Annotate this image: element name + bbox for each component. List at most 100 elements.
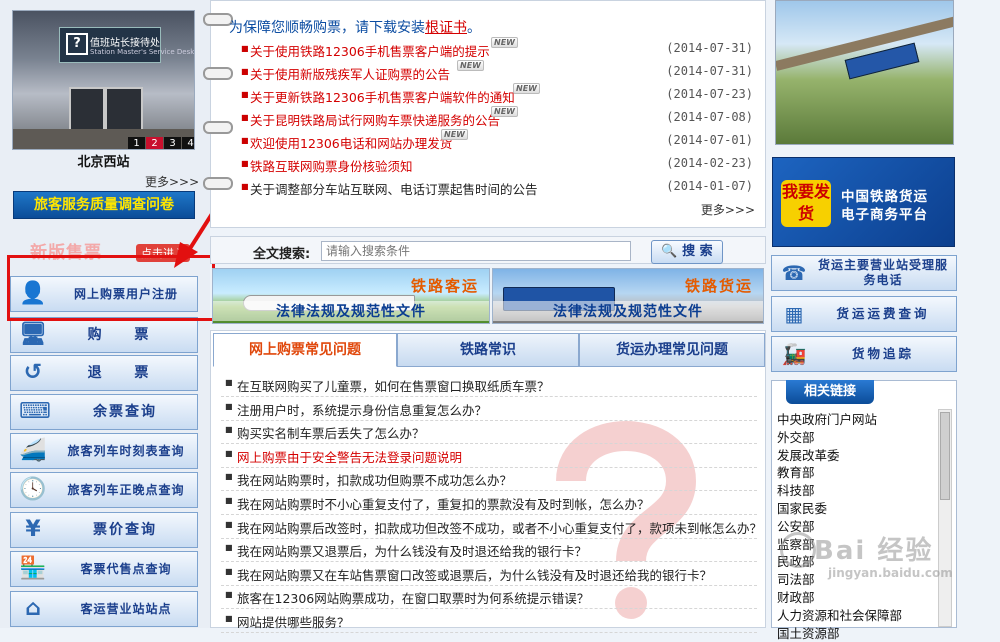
notice-intro-text: 为保障您顺畅购票，请下载安装 <box>229 20 425 36</box>
station-sign-subtext: Station Master's Service Desk <box>90 48 195 56</box>
faq-question[interactable]: 我在网站购票又退票后，为什么钱没有及时退还给我的银行卡？ <box>237 541 587 560</box>
carousel-page-4[interactable]: 4 <box>182 137 194 149</box>
freight-law-banner[interactable]: 铁路货运 法律法规及规范性文件 <box>492 268 764 324</box>
search-button[interactable]: 🔍 搜 索 <box>651 240 723 264</box>
survey-button[interactable]: 旅客服务质量调查问卷 <box>13 191 195 219</box>
news-item[interactable]: ■ 关于昆明铁路局试行网购车票快递服务的公告 NEW (2014-07-08) <box>241 106 761 130</box>
news-item[interactable]: ■ 关于使用铁路12306手机售票客户端的提示 NEW (2014-07-31) <box>241 37 761 61</box>
news-item[interactable]: ■ 关于使用新版残疾军人证购票的公告 NEW (2014-07-31) <box>241 60 761 84</box>
news-title[interactable]: 关于更新铁路12306手机售票客户端软件的通知 <box>250 87 515 106</box>
related-link[interactable]: 财政部 <box>777 587 815 606</box>
search-input[interactable] <box>321 241 631 261</box>
faq-item[interactable]: ■ 我在网站购票又退票后，为什么钱没有及时退还给我的银行卡？ <box>221 538 757 563</box>
faq-item[interactable]: ■ 网上购票由于安全警告无法登录问题说明 <box>221 444 757 468</box>
news-title[interactable]: 关于使用铁路12306手机售票客户端的提示 <box>250 41 490 60</box>
links-scroll-thumb[interactable] <box>940 412 950 500</box>
more-link-left[interactable]: 更多>>> <box>145 173 199 190</box>
tab-freight-faq[interactable]: 货运办理常见问题 <box>579 333 765 367</box>
related-link[interactable]: 国土资源部 <box>777 623 840 642</box>
notice-panel: 为保障您顺畅购票，请下载安装根证书。 ■ 关于使用铁路12306手机售票客户端的提… <box>203 0 766 228</box>
faq-question[interactable]: 我在网站购票时不小心重复支付了，重复扣的票款没有及时到帐，怎么办？ <box>237 494 650 513</box>
refund-ticket-label: 退 票 <box>87 365 163 381</box>
faq-question[interactable]: 我在网站购票又在车站售票窗口改签或退票后，为什么钱没有及时退还给我的银行卡？ <box>237 565 712 584</box>
bullet-icon: ■ <box>241 113 249 122</box>
faq-question[interactable]: 网上购票由于安全警告无法登录问题说明 <box>237 447 462 466</box>
faq-question[interactable]: 在互联网购买了儿童票，如何在售票窗口换取纸质车票？ <box>237 376 550 395</box>
freight-phone-label: 货运主要营业站受理服务电话 <box>817 258 948 287</box>
tab-railway-knowledge[interactable]: 铁路常识 <box>397 333 579 367</box>
agency-query-label: 客票代售点查询 <box>80 562 172 576</box>
related-link[interactable]: 国家民委 <box>777 498 827 517</box>
remaining-tickets-button[interactable]: ⌨ 余票查询 <box>10 394 198 430</box>
money-icon: ¥ <box>25 517 43 542</box>
faq-question[interactable]: 购买实名制车票后丢失了怎么办？ <box>237 423 425 442</box>
freight-fee-button[interactable]: ▦ 货运运费查询 <box>771 296 957 332</box>
faq-item[interactable]: ■ 我在网站购票时，扣款成功但购票不成功怎么办？ <box>221 467 757 492</box>
faq-item[interactable]: ■ 网站提供哪些服务？ <box>221 609 757 633</box>
cargo-tracking-button[interactable]: 🚂 货物追踪 <box>771 336 957 372</box>
faq-question[interactable]: 我在网站购票时，扣款成功但购票不成功怎么办？ <box>237 470 512 489</box>
bullet-icon: ■ <box>225 590 233 600</box>
news-item[interactable]: ■ 铁路互联网购票身份核验须知 (2014-02-23) <box>241 154 761 176</box>
faq-question[interactable]: 旅客在12306网站购票成功，在窗口取票时为何系统提示错误？ <box>237 588 589 607</box>
faq-item[interactable]: ■ 我在网站购票又在车站售票窗口改签或退票后，为什么钱没有及时退还给我的银行卡？ <box>221 562 757 586</box>
faq-item[interactable]: ■ 我在网站购票时不小心重复支付了，重复扣的票款没有及时到帐，怎么办？ <box>221 491 757 515</box>
bullet-icon: ■ <box>241 159 249 168</box>
related-link[interactable]: 发展改革委 <box>777 445 840 464</box>
train-status-button[interactable]: 🕓 旅客列车正晚点查询 <box>10 472 198 508</box>
agency-query-button[interactable]: 🏪 客票代售点查询 <box>10 551 198 587</box>
freight-ecommerce-banner[interactable]: 我要发货 中国铁路货运 电子商务平台 <box>772 157 955 247</box>
related-link[interactable]: 外交部 <box>777 427 815 446</box>
tab-online-ticket-faq[interactable]: 网上购票常见问题 <box>213 333 397 367</box>
calculator-icon: ▦ <box>784 302 804 326</box>
faq-item[interactable]: ■ 在互联网购买了儿童票，如何在售票窗口换取纸质车票？ <box>221 373 757 397</box>
news-item[interactable]: ■ 关于调整部分车站互联网、电话订票起售时间的公告 (2014-01-07) <box>241 177 761 199</box>
bullet-icon: ■ <box>225 543 233 553</box>
more-news-link[interactable]: 更多>>> <box>701 201 755 218</box>
news-title[interactable]: 欢迎使用12306电话和网站办理发货 <box>250 133 452 152</box>
carousel-page-3[interactable]: 3 <box>164 137 181 149</box>
faq-question[interactable]: 网站提供哪些服务？ <box>237 612 350 631</box>
watermark-url: jingyan.baidu.com <box>828 566 953 580</box>
faq-item[interactable]: ■ 我在网站购票后改签时，扣款成功但改签不成功，或者不小心重复支付了，款项未到帐怎… <box>221 515 762 539</box>
related-link[interactable]: 中央政府门户网站 <box>777 409 877 428</box>
freight-phone-button[interactable]: ☎ 货运主要营业站受理服务电话 <box>771 255 957 291</box>
carousel-page-2[interactable]: 2 <box>146 137 163 149</box>
carousel-page-1[interactable]: 1 <box>128 137 145 149</box>
news-title[interactable]: 铁路互联网购票身份核验须知 <box>250 156 413 175</box>
computer-icon: 🖥 <box>19 322 49 347</box>
binder-ring-icon <box>203 67 233 80</box>
news-title[interactable]: 关于调整部分车站互联网、电话订票起售时间的公告 <box>250 179 538 198</box>
station-name: 北京西站 <box>77 155 130 170</box>
bullet-icon: ■ <box>241 67 249 76</box>
freight-platform-title: 中国铁路货运 电子商务平台 <box>841 188 928 224</box>
related-link[interactable]: 人力资源和社会保障部 <box>777 605 902 624</box>
refund-ticket-button[interactable]: ↺ 退 票 <box>10 355 198 391</box>
bullet-icon: ■ <box>225 519 233 529</box>
timetable-button[interactable]: 🚄 旅客列车时刻表查询 <box>10 433 198 469</box>
passenger-law-banner[interactable]: 铁路客运 法律法规及规范性文件 <box>212 268 490 324</box>
register-highlight-box <box>7 255 215 321</box>
related-link[interactable]: 科技部 <box>777 480 815 499</box>
links-scrollbar[interactable] <box>938 409 952 627</box>
station-photo-carousel[interactable]: ? 值班站长接待处 Station Master's Service Desk … <box>12 10 195 150</box>
faq-item[interactable]: ■ 旅客在12306网站购票成功，在窗口取票时为何系统提示错误？ <box>221 585 757 610</box>
news-item[interactable]: ■ 欢迎使用12306电话和网站办理发货 NEW (2014-07-01) <box>241 129 761 153</box>
buy-ticket-button[interactable]: 🖥 购 票 <box>10 317 198 353</box>
faq-item[interactable]: ■ 注册用户时，系统提示身份信息重复怎么办？ <box>221 397 757 421</box>
passenger-stations-label: 客运营业站站点 <box>80 602 172 616</box>
faq-item[interactable]: ■ 购买实名制车票后丢失了怎么办？ <box>221 420 757 445</box>
news-title[interactable]: 关于昆明铁路局试行网购车票快递服务的公告 <box>250 110 500 129</box>
new-badge-icon: NEW <box>457 60 484 71</box>
bullet-icon: ■ <box>241 136 249 145</box>
news-item[interactable]: ■ 关于更新铁路12306手机售票客户端软件的通知 NEW (2014-07-23) <box>241 83 761 107</box>
news-date: (2014-07-08) <box>666 110 753 124</box>
news-title[interactable]: 关于使用新版残疾军人证购票的公告 <box>250 64 450 83</box>
fare-query-button[interactable]: ¥ 票价查询 <box>10 512 198 548</box>
related-link[interactable]: 教育部 <box>777 462 815 481</box>
passenger-stations-button[interactable]: ⌂ 客运营业站站点 <box>10 591 198 627</box>
freight-platform-title-line2: 电子商务平台 <box>841 207 928 223</box>
faq-question[interactable]: 我在网站购票后改签时，扣款成功但改签不成功，或者不小心重复支付了，款项未到帐怎么… <box>237 518 762 537</box>
faq-question[interactable]: 注册用户时，系统提示身份信息重复怎么办？ <box>237 400 487 419</box>
root-cert-link[interactable]: 根证书 <box>425 20 467 36</box>
